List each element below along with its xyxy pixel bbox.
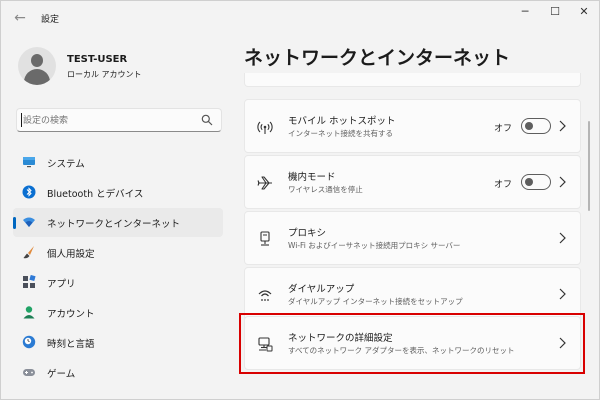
sidebar-item-label: アプリ xyxy=(47,279,76,290)
card-title: ダイヤルアップ xyxy=(288,284,355,295)
card-subtitle: インターネット接続を共有する xyxy=(288,129,393,138)
page-title: ネットワークとインターネット xyxy=(244,47,511,69)
profile-account-type: ローカル アカウント xyxy=(67,70,142,79)
avatar-head xyxy=(31,54,43,67)
sidebar-item-label: ゲーム xyxy=(47,369,76,380)
dialup-icon xyxy=(258,290,272,301)
app-title: 設定 xyxy=(41,15,60,25)
search-box[interactable] xyxy=(16,108,222,132)
card-mobile-hotspot[interactable]: モバイル ホットスポット インターネット接続を共有する オフ xyxy=(244,99,581,153)
chevron-right-icon xyxy=(559,176,566,188)
chevron-right-icon xyxy=(559,232,566,244)
chevron-right-icon xyxy=(559,288,566,300)
profile-name: TEST-USER xyxy=(67,54,128,65)
sidebar-item-label: 個人用設定 xyxy=(47,249,95,260)
active-indicator xyxy=(13,217,16,229)
bluetooth-icon xyxy=(22,185,36,199)
minimize-button[interactable]: ─ xyxy=(513,5,537,19)
sidebar-item-apps[interactable]: アプリ xyxy=(13,268,223,297)
airplane-icon xyxy=(257,176,272,190)
avatar-body xyxy=(24,69,50,85)
sidebar-item-personalization[interactable]: 個人用設定 xyxy=(13,238,223,267)
clock-globe-icon xyxy=(22,335,36,349)
wifi-icon xyxy=(23,217,35,227)
search-input[interactable] xyxy=(23,113,193,128)
avatar[interactable] xyxy=(18,47,56,85)
card-title: 機内モード xyxy=(288,172,336,183)
toggle-state-label: オフ xyxy=(494,124,513,134)
close-button[interactable]: ✕ xyxy=(572,5,596,19)
toggle-state-label: オフ xyxy=(494,180,513,190)
sidebar-item-network[interactable]: ネットワークとインターネット xyxy=(13,208,223,237)
sidebar-item-gaming[interactable]: ゲーム xyxy=(13,358,223,387)
sidebar-item-label: Bluetooth とデバイス xyxy=(47,189,144,200)
sidebar-item-label: アカウント xyxy=(47,309,95,320)
scrollbar[interactable] xyxy=(588,121,590,211)
text-caret xyxy=(21,113,22,127)
card-airplane-mode[interactable]: 機内モード ワイヤレス通信を停止 オフ xyxy=(244,155,581,209)
gamepad-icon xyxy=(23,369,35,376)
card-subtitle: ワイヤレス通信を停止 xyxy=(288,185,363,194)
monitor-icon xyxy=(23,157,35,168)
chevron-right-icon xyxy=(559,120,566,132)
toggle-knob xyxy=(525,178,533,186)
card-title: モバイル ホットスポット xyxy=(288,116,396,127)
card-subtitle: Wi-Fi およびイーサネット接続用プロキシ サーバー xyxy=(288,241,461,250)
sidebar-item-system[interactable]: システム xyxy=(13,148,223,177)
search-icon[interactable] xyxy=(201,114,213,126)
sidebar-item-bluetooth[interactable]: Bluetooth とデバイス xyxy=(13,178,223,207)
apps-icon xyxy=(23,275,36,288)
sidebar-item-label: 時刻と言語 xyxy=(47,339,95,350)
card-proxy[interactable]: プロキシ Wi-Fi およびイーサネット接続用プロキシ サーバー xyxy=(244,211,581,265)
maximize-button[interactable]: ☐ xyxy=(543,5,567,19)
back-button[interactable]: ← xyxy=(11,10,29,26)
hotspot-toggle[interactable] xyxy=(521,118,551,134)
toggle-knob xyxy=(525,122,533,130)
title-bar: ← 設定 ─ ☐ ✕ xyxy=(1,1,599,35)
settings-window: ← 設定 ─ ☐ ✕ TEST-USER ローカル アカウント システム xyxy=(0,0,600,400)
airplane-mode-toggle[interactable] xyxy=(521,174,551,190)
brush-icon xyxy=(23,246,34,259)
sidebar-item-label: システム xyxy=(47,159,85,170)
hotspot-icon xyxy=(257,121,273,134)
proxy-icon xyxy=(260,231,270,246)
person-icon xyxy=(23,306,35,319)
highlight-box xyxy=(239,313,585,374)
sidebar-item-accounts[interactable]: アカウント xyxy=(13,298,223,327)
sidebar-item-label: ネットワークとインターネット xyxy=(47,219,181,230)
sidebar-item-time-language[interactable]: 時刻と言語 xyxy=(13,328,223,357)
previous-card-partial xyxy=(244,73,581,87)
card-subtitle: ダイヤルアップ インターネット接続をセットアップ xyxy=(288,297,463,306)
card-title: プロキシ xyxy=(288,228,327,239)
sidebar-nav: システム Bluetooth とデバイス ネットワークとインターネット 個人用設… xyxy=(13,148,223,388)
